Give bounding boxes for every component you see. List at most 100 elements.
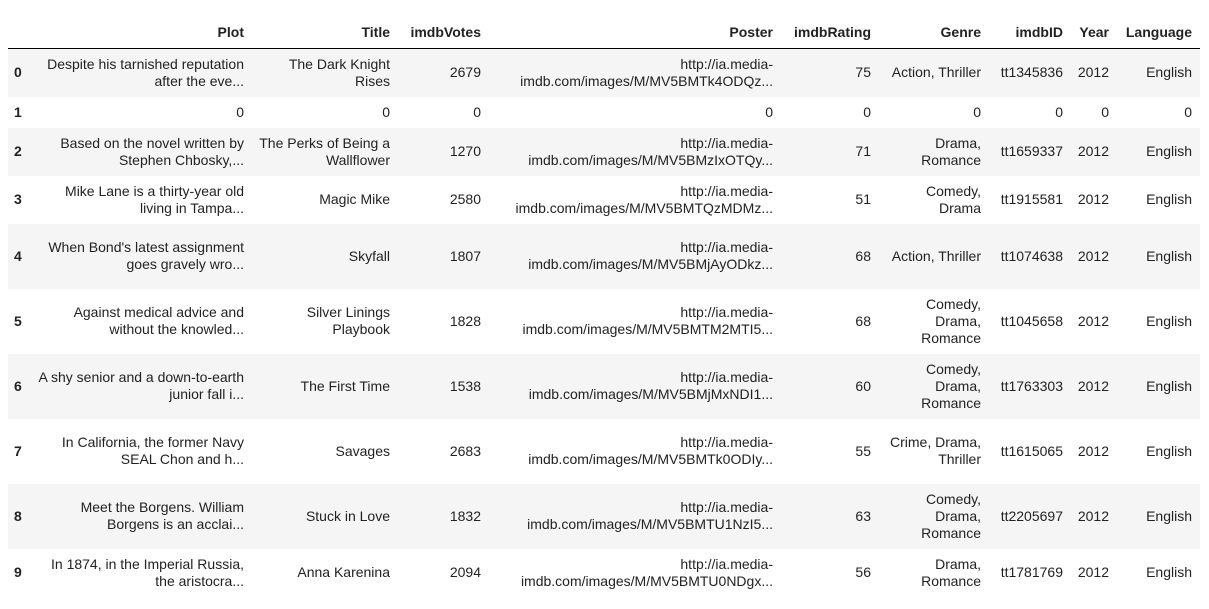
row-index: 9: [14, 564, 22, 580]
cell-poster: http://ia.media-imdb.com/images/M/MV5BMT…: [522, 304, 774, 337]
cell-language: English: [1146, 377, 1192, 394]
cell-title: The Dark Knight Rises: [288, 55, 390, 89]
row-index: 3: [14, 191, 22, 207]
header-index: [8, 16, 32, 49]
cell-year: 0: [1101, 103, 1109, 120]
cell-language: English: [1146, 312, 1192, 329]
header-title: Title: [252, 16, 398, 49]
cell-plot: Against medical advice and without the k…: [73, 304, 244, 337]
cell-genre: Comedy, Drama, Romance: [921, 295, 981, 346]
cell-plot: Based on the novel written by Stephen Ch…: [60, 134, 244, 168]
cell-language: 0: [1184, 103, 1192, 120]
header-poster: Poster: [489, 16, 781, 49]
cell-language: English: [1146, 64, 1192, 81]
cell-poster: http://ia.media-imdb.com/images/M/MV5BMT…: [528, 434, 773, 467]
cell-title: Stuck in Love: [305, 507, 390, 524]
table-row: 6 A shy senior and a down-to-earth junio…: [8, 353, 1200, 419]
cell-imdbvotes: 1270: [449, 143, 481, 159]
cell-imdbrating: 51: [855, 191, 871, 207]
cell-imdbvotes: 2580: [449, 191, 481, 207]
cell-imdbrating: 0: [863, 103, 871, 120]
cell-plot: Mike Lane is a thirty-year old living in…: [65, 182, 244, 216]
cell-imdbvotes: 0: [473, 103, 481, 120]
cell-imdbid: 0: [1055, 103, 1063, 120]
cell-genre: Action, Thriller: [891, 64, 981, 81]
cell-genre: Crime, Drama, Thriller: [889, 434, 981, 467]
cell-plot: In 1874, in the Imperial Russia, the ari…: [51, 555, 244, 589]
cell-title: Savages: [335, 442, 390, 459]
cell-imdbid: tt1781769: [1000, 564, 1063, 580]
cell-title: Silver Linings Playbook: [306, 304, 390, 337]
table-row: 3 Mike Lane is a thirty-year old living …: [8, 175, 1200, 224]
row-index: 2: [14, 143, 22, 159]
cell-poster: http://ia.media-imdb.com/images/M/MV5BMT…: [520, 555, 773, 589]
cell-imdbid: tt1345836: [1000, 64, 1063, 81]
cell-year: 2012: [1077, 507, 1109, 524]
cell-plot: 0: [236, 103, 244, 120]
table-row: 2 Based on the novel written by Stephen …: [8, 127, 1200, 176]
cell-imdbid: tt2205697: [1000, 507, 1063, 524]
cell-poster: http://ia.media-imdb.com/images/M/MV5BMT…: [527, 499, 773, 532]
header-imdbrating: imdbRating: [781, 16, 879, 49]
cell-imdbvotes: 2683: [449, 442, 481, 459]
cell-year: 2012: [1077, 442, 1109, 459]
cell-title: Skyfall: [348, 247, 390, 264]
cell-imdbid: tt1659337: [1000, 143, 1063, 159]
dataframe-table: Plot Title imdbVotes Poster imdbRating G…: [8, 16, 1200, 597]
table-row: 4 When Bond's latest assignment goes gra…: [8, 223, 1200, 289]
cell-genre: Comedy, Drama, Romance: [921, 360, 981, 411]
table-row: 7 In California, the former Navy SEAL Ch…: [8, 418, 1200, 484]
cell-imdbrating: 55: [855, 442, 871, 459]
cell-poster: http://ia.media-imdb.com/images/M/MV5BMj…: [528, 239, 773, 272]
cell-plot: Despite his tarnished reputation after t…: [47, 55, 244, 89]
cell-imdbrating: 75: [855, 64, 871, 81]
cell-plot: When Bond's latest assignment goes grave…: [48, 239, 244, 272]
header-imdbvotes: imdbVotes: [398, 16, 489, 49]
cell-imdbid: tt1915581: [1000, 191, 1063, 207]
row-index: 1: [14, 103, 22, 120]
cell-imdbrating: 71: [855, 143, 871, 159]
cell-imdbvotes: 1538: [449, 377, 481, 394]
dataframe-output: Plot Title imdbVotes Poster imdbRating G…: [8, 16, 1200, 597]
cell-imdbid: tt1615065: [1000, 442, 1063, 459]
cell-language: English: [1146, 143, 1192, 159]
cell-imdbvotes: 1828: [449, 312, 481, 329]
cell-title: The Perks of Being a Wallflower: [259, 134, 390, 168]
cell-imdbrating: 60: [855, 377, 871, 394]
cell-genre: Drama, Romance: [921, 134, 981, 168]
header-year: Year: [1071, 16, 1117, 49]
cell-imdbrating: 68: [855, 247, 871, 264]
cell-genre: 0: [973, 103, 981, 120]
cell-title: Magic Mike: [319, 191, 390, 207]
row-index: 4: [14, 247, 22, 264]
cell-language: English: [1146, 442, 1192, 459]
cell-imdbrating: 63: [855, 507, 871, 524]
cell-plot: A shy senior and a down-to-earth junior …: [38, 369, 244, 402]
header-plot: Plot: [32, 16, 252, 49]
cell-year: 2012: [1077, 377, 1109, 394]
cell-imdbvotes: 1807: [449, 247, 481, 264]
row-index: 0: [14, 64, 22, 81]
cell-title: 0: [382, 103, 390, 120]
cell-imdbid: tt1763303: [1000, 377, 1063, 394]
cell-language: English: [1146, 564, 1192, 580]
cell-title: Anna Karenina: [297, 564, 390, 580]
cell-genre: Drama, Romance: [921, 555, 981, 589]
cell-language: English: [1146, 191, 1192, 207]
cell-imdbrating: 56: [855, 564, 871, 580]
cell-year: 2012: [1077, 312, 1109, 329]
header-row: Plot Title imdbVotes Poster imdbRating G…: [8, 16, 1200, 49]
cell-genre: Comedy, Drama: [926, 182, 981, 216]
cell-language: English: [1146, 247, 1192, 264]
table-row: 5 Against medical advice and without the…: [8, 288, 1200, 354]
row-index: 7: [14, 442, 22, 459]
row-index: 8: [14, 507, 22, 524]
cell-imdbid: tt1045658: [1000, 312, 1063, 329]
cell-imdbvotes: 1832: [449, 507, 481, 524]
cell-poster: http://ia.media-imdb.com/images/M/MV5BMT…: [515, 182, 773, 216]
cell-language: English: [1146, 507, 1192, 524]
cell-genre: Action, Thriller: [891, 247, 981, 264]
cell-imdbrating: 68: [855, 312, 871, 329]
cell-poster: 0: [765, 103, 773, 120]
header-genre: Genre: [879, 16, 989, 49]
